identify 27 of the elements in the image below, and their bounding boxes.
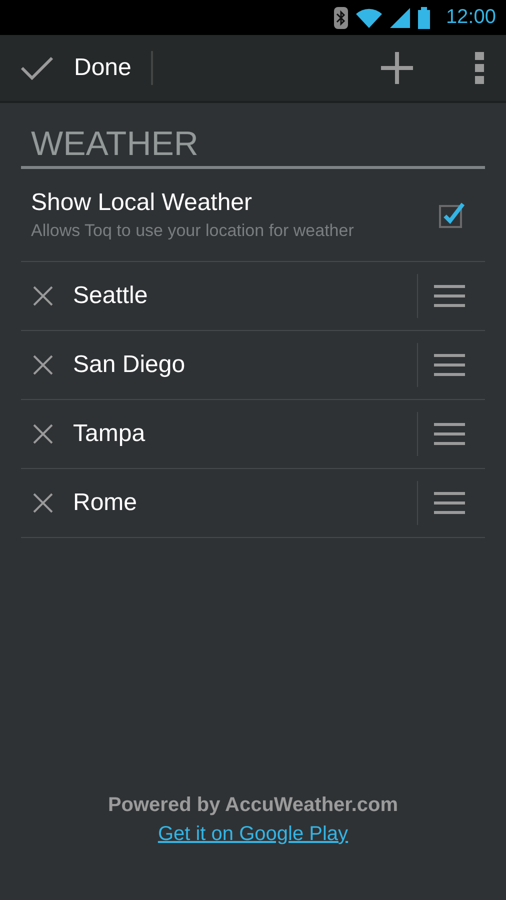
drag-handle-icon[interactable] <box>434 354 465 376</box>
checkbox[interactable] <box>439 202 465 228</box>
status-time: 12:00 <box>446 6 496 29</box>
google-play-link[interactable]: Get it on Google Play <box>158 823 348 846</box>
remove-icon[interactable] <box>33 355 53 375</box>
city-name: Rome <box>73 489 138 517</box>
section-title: WEATHER <box>21 103 485 169</box>
remove-icon[interactable] <box>33 286 53 306</box>
bluetooth-icon <box>334 6 348 28</box>
setting-description: Allows Toq to use your location for weather <box>31 221 355 241</box>
powered-by-text: Powered by AccuWeather.com <box>108 794 398 817</box>
signal-icon <box>390 8 410 28</box>
add-icon[interactable] <box>381 52 413 84</box>
city-name: San Diego <box>73 351 186 379</box>
wifi-icon <box>356 8 382 28</box>
check-icon <box>20 55 54 81</box>
remove-icon[interactable] <box>33 424 53 444</box>
city-name: Tampa <box>73 420 146 448</box>
city-name: Seattle <box>73 282 149 310</box>
setting-title: Show Local Weather <box>31 189 254 217</box>
remove-icon[interactable] <box>33 493 53 513</box>
battery-icon <box>418 6 430 28</box>
drag-handle-icon[interactable] <box>434 285 465 307</box>
done-button[interactable]: Done <box>20 35 132 101</box>
drag-handle-icon[interactable] <box>434 423 465 445</box>
more-icon[interactable] <box>475 52 484 84</box>
drag-handle-icon[interactable] <box>434 492 465 514</box>
